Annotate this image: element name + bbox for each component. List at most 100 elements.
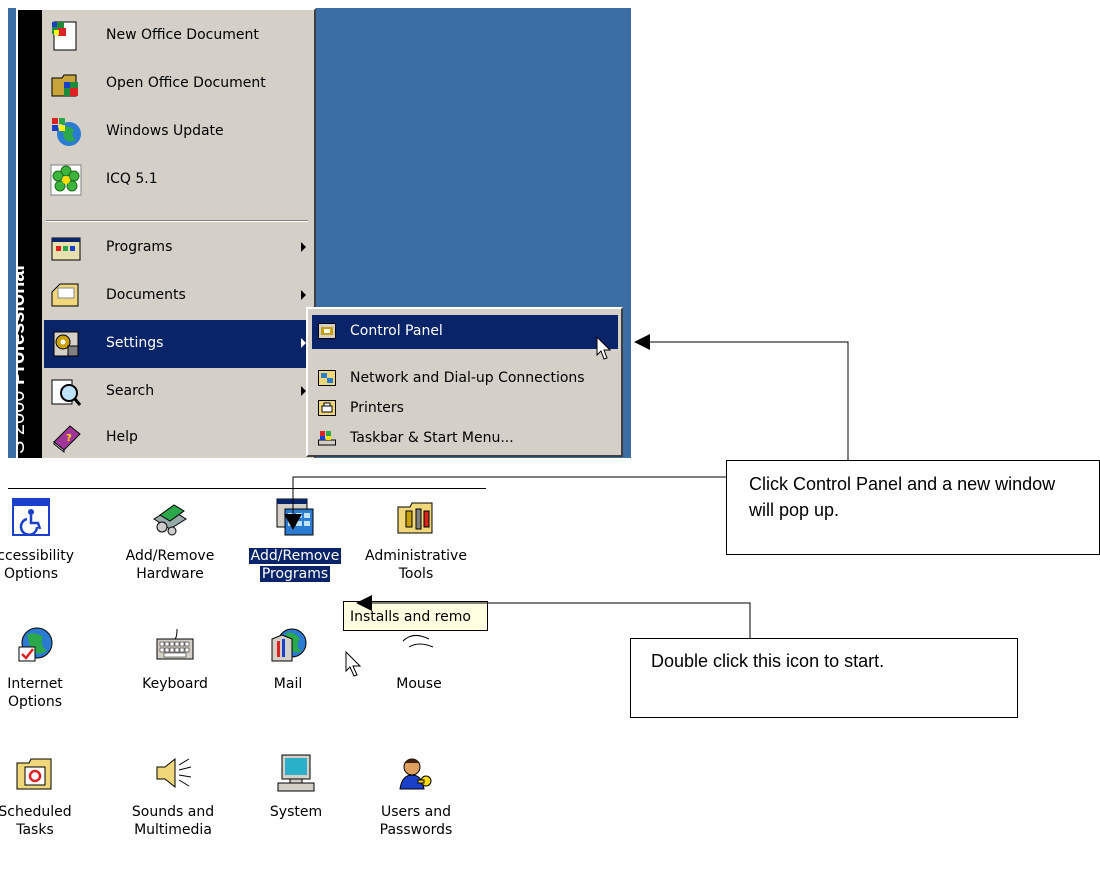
menu-item-documents[interactable]: Documents: [44, 272, 312, 320]
top-strip: [8, 0, 631, 8]
arrow-line-control-panel: [648, 341, 849, 460]
menu-item-icq[interactable]: ICQ 5.1: [44, 156, 312, 204]
cp-label-line2: Tasks: [16, 822, 54, 838]
menu-item-open-office-document[interactable]: Open Office Document: [44, 60, 312, 108]
submenu-item-label: Printers: [350, 400, 404, 416]
scheduled-tasks-icon: [16, 758, 52, 790]
menu-item-search[interactable]: Search: [44, 368, 312, 416]
settings-submenu: Control Panel Network and Dial-up Connec…: [306, 307, 623, 457]
submenu-item-control-panel[interactable]: Control Panel: [312, 315, 618, 360]
submenu-item-label: Network and Dial-up Connections: [350, 370, 585, 386]
open-office-document-icon: [51, 74, 78, 97]
icq-flower-icon: [50, 164, 82, 196]
cp-label-line1: Keyboard: [142, 676, 208, 692]
menu-item-windows-update[interactable]: Windows Update: [44, 108, 312, 156]
submenu-item-printers[interactable]: Printers: [312, 397, 618, 419]
submenu-item-label: Taskbar & Start Menu...: [350, 430, 514, 446]
internet-options-icon: [18, 627, 53, 662]
search-icon: [51, 379, 82, 406]
arrowhead-control-panel: [634, 334, 650, 350]
cp-item-mouse[interactable]: Mouse: [364, 625, 474, 693]
cp-label-line1: Add/Remove: [247, 547, 343, 565]
menu-item-label: ICQ 5.1: [106, 171, 158, 187]
start-menu-screenshot: S 2000 Professional New Office Document …: [8, 0, 631, 458]
cp-label-line2: Hardware: [136, 566, 204, 582]
menu-item-label: Search: [106, 383, 155, 399]
taskbar-icon: [318, 431, 336, 446]
menu-item-label: Documents: [106, 287, 186, 303]
windows-update-icon: [52, 118, 81, 146]
submenu-item-label: Control Panel: [350, 323, 443, 339]
menu-item-new-office-document[interactable]: New Office Document: [44, 12, 312, 60]
arrow-line-callout-to-programs: [292, 476, 726, 516]
cp-item-scheduled-tasks[interactable]: Scheduled Tasks: [0, 753, 90, 839]
banner-title: Professional: [18, 265, 29, 386]
cp-item-sounds-multimedia[interactable]: Sounds and Multimedia: [118, 753, 228, 839]
accessibility-icon: [12, 498, 50, 536]
mail-icon: [271, 628, 307, 662]
menu-item-label: Windows Update: [106, 123, 224, 139]
cp-label-line2: Options: [3, 566, 59, 582]
menu-item-label: Settings: [106, 335, 164, 351]
cp-label-line1: System: [269, 804, 323, 820]
windows-banner: S 2000 Professional: [18, 10, 42, 458]
submenu-item-taskbar[interactable]: Taskbar & Start Menu...: [312, 427, 618, 449]
documents-folder-icon: [51, 283, 79, 307]
cp-label-line1: Mail: [273, 676, 303, 692]
menu-item-label: Help: [106, 429, 138, 445]
cp-label-line1: Sounds and: [131, 804, 215, 820]
tooltip: Installs and remo: [343, 601, 488, 631]
cp-label-line1: Add/Remove: [125, 548, 215, 564]
cp-item-users-passwords[interactable]: Users and Passwords: [361, 753, 471, 839]
administrative-tools-icon: [397, 502, 433, 534]
cp-label-line1: Mouse: [396, 676, 442, 692]
system-computer-icon: [277, 754, 315, 792]
sounds-icon: [156, 757, 192, 789]
cp-item-internet-options[interactable]: Internet Options: [0, 625, 90, 711]
svg-text:?: ?: [66, 433, 72, 444]
mouse-pointer-icon: [596, 336, 612, 360]
help-book-icon: ?: [53, 425, 81, 454]
settings-icon: [53, 331, 79, 357]
programs-folder-icon: [51, 237, 81, 261]
control-panel-icon: [318, 323, 336, 339]
cp-label-line2: Tools: [398, 566, 434, 582]
printers-icon: [318, 400, 336, 416]
submenu-arrow-icon: [301, 242, 306, 252]
cp-item-add-remove-hardware[interactable]: Add/Remove Hardware: [115, 497, 225, 583]
submenu-item-network[interactable]: Network and Dial-up Connections: [312, 367, 618, 389]
menu-item-programs[interactable]: Programs: [44, 224, 312, 272]
menu-item-settings[interactable]: Settings: [44, 320, 312, 368]
cp-label-line1: Scheduled: [0, 804, 72, 820]
banner-prefix: S 2000: [18, 390, 29, 454]
menu-separator: [46, 220, 308, 222]
menu-item-label: New Office Document: [106, 27, 259, 43]
cp-label-line2: Multimedia: [134, 822, 212, 838]
add-remove-programs-icon: [276, 498, 314, 536]
cp-item-accessibility[interactable]: Accessibility Options: [0, 497, 86, 583]
cp-label-line2: Passwords: [379, 822, 453, 838]
new-office-document-icon: [52, 21, 77, 51]
cp-label-line1: Users and: [381, 804, 451, 820]
mouse-icon: [402, 635, 434, 648]
cp-label-line2: Programs: [258, 565, 332, 583]
cp-item-mail[interactable]: Mail: [233, 625, 343, 693]
cp-label-line1: Administrative: [365, 548, 467, 564]
submenu-arrow-icon: [301, 290, 306, 300]
cp-label-line1: Accessibility: [0, 548, 75, 564]
callout-add-remove: Double click this icon to start.: [630, 638, 1018, 718]
menu-item-label: Open Office Document: [106, 75, 266, 91]
menu-item-help[interactable]: ? Help: [44, 414, 312, 458]
cp-item-add-remove-programs[interactable]: Add/Remove Programs: [240, 497, 350, 583]
mouse-pointer-icon: [345, 651, 362, 677]
control-panel-top-border: [8, 488, 486, 489]
users-passwords-icon: [399, 758, 432, 790]
cp-label-line1: Internet: [7, 676, 63, 692]
callout-control-panel: Click Control Panel and a new window wil…: [726, 460, 1100, 555]
add-remove-hardware-icon: [153, 504, 187, 536]
cp-label-line2: Options: [7, 694, 63, 710]
cp-item-administrative-tools[interactable]: Administrative Tools: [361, 497, 471, 583]
cp-item-keyboard[interactable]: Keyboard: [120, 625, 230, 693]
menu-item-label: Programs: [106, 239, 173, 255]
cp-item-system[interactable]: System: [241, 753, 351, 821]
